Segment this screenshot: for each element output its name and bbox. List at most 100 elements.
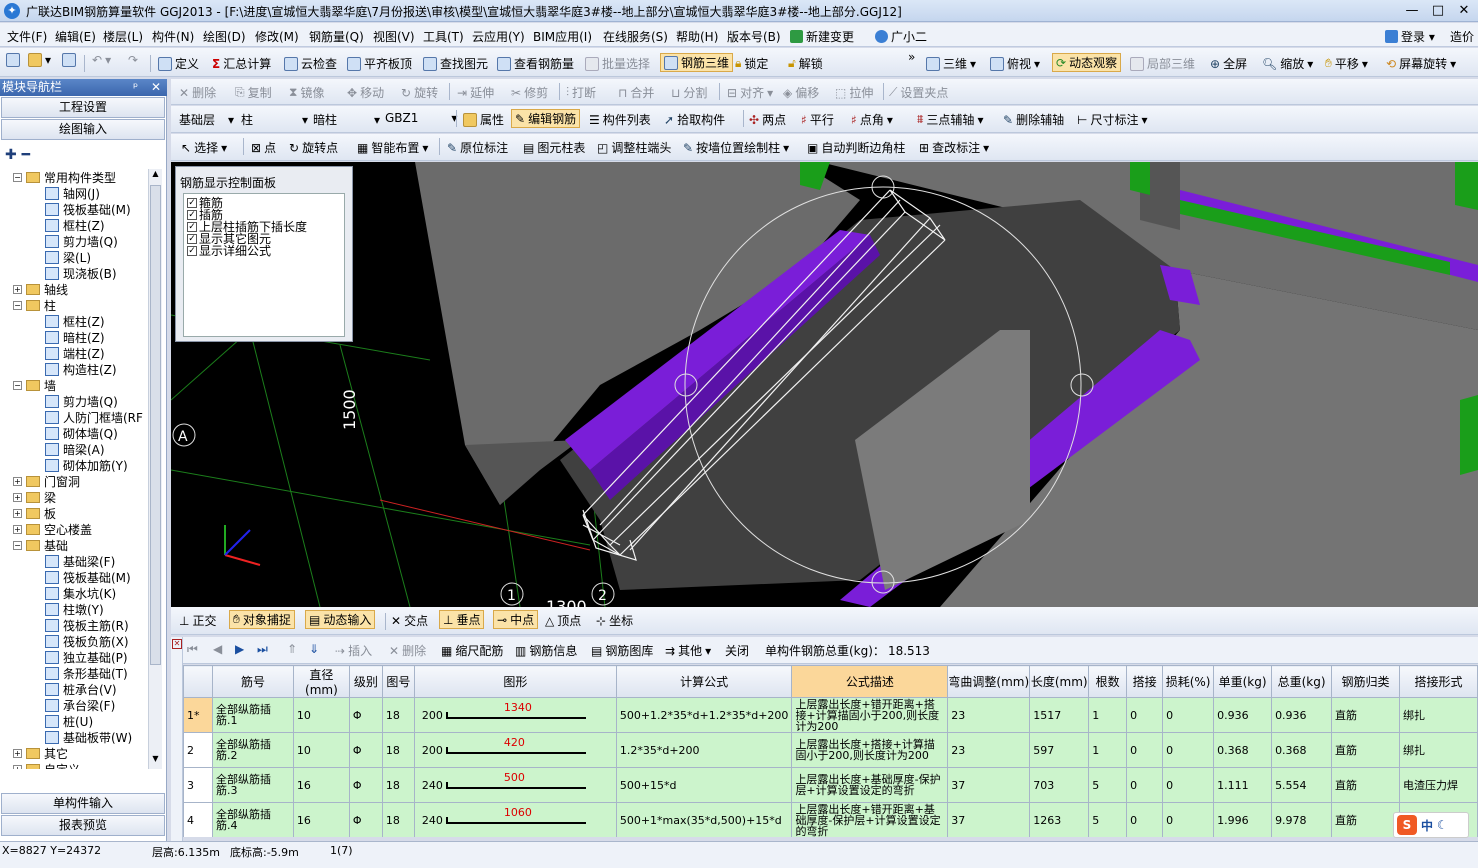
cell-formula[interactable]: 500+1*max(35*d,500)+15*d <box>615 802 793 837</box>
tree-leaf[interactable]: 暗梁(A) <box>45 441 105 457</box>
auto-corner-column-button[interactable]: ▣ 自动判断边角柱 <box>807 139 905 156</box>
project-settings-button[interactable]: 工程设置 <box>1 97 165 118</box>
cell-dia[interactable]: 16 <box>292 767 350 803</box>
cell-fig[interactable]: 18 <box>381 697 415 733</box>
local-3d-button[interactable]: 局部三维 <box>1130 55 1195 72</box>
row-number[interactable]: 3 <box>183 767 213 803</box>
smart-layout-button[interactable]: ▦ 智能布置 ▾ <box>357 139 428 156</box>
tree-leaf[interactable]: 框柱(Z) <box>45 217 105 233</box>
cell-grade[interactable]: Φ <box>348 697 383 733</box>
tree-leaf[interactable]: 筏板基础(M) <box>45 201 131 217</box>
column-header[interactable]: 图号 <box>381 665 415 698</box>
tree-leaf[interactable]: 现浇板(B) <box>45 265 117 281</box>
tree-leaf[interactable]: 柱墩(Y) <box>45 601 104 617</box>
grid-close-icon[interactable]: ✕ <box>172 639 182 649</box>
row-number[interactable]: 2 <box>183 732 213 768</box>
cell-len[interactable]: 1263 <box>1029 802 1090 837</box>
trim-button[interactable]: ✂︎ 修剪 <box>511 84 548 101</box>
tree-leaf[interactable]: 端柱(Z) <box>45 345 105 361</box>
in-situ-mark-button[interactable]: ✎ 原位标注 <box>447 139 508 156</box>
table-row[interactable]: 3 全部纵筋插筋.3 16 Φ 18 240 500 500+15*d 上层露出长度+基础厚度-… <box>183 767 1478 803</box>
tree-leaf[interactable]: 条形基础(T) <box>45 665 128 681</box>
rotate-point-button[interactable]: ↻ 旋转点 <box>289 139 338 156</box>
menu-guangxiaoer[interactable]: 广小二 <box>875 28 927 45</box>
tree-leaf[interactable]: 桩承台(V) <box>45 681 117 697</box>
cell-len[interactable]: 597 <box>1029 732 1090 768</box>
tree-folder[interactable]: + 轴线 <box>13 281 68 297</box>
check-mark-button[interactable]: ⊞ 查改标注 ▾ <box>919 139 989 156</box>
properties-button[interactable]: 属性 <box>463 111 504 128</box>
expand-icon[interactable]: + <box>13 524 22 534</box>
new-file-button[interactable] <box>6 53 20 67</box>
coordinate-snap[interactable]: ⊹ 坐标 <box>596 612 633 629</box>
tree-leaf[interactable]: 砌体墙(Q) <box>45 425 118 441</box>
dynamic-input-toggle[interactable]: ▤ 动态输入 <box>305 610 376 629</box>
point-angle-button[interactable]: ♯ 点角 ▾ <box>851 111 893 128</box>
tree-folder[interactable]: + 板 <box>13 505 56 521</box>
collapse-icon[interactable]: − <box>13 300 22 310</box>
tree-leaf[interactable]: 梁(L) <box>45 249 91 265</box>
expand-icon[interactable]: + <box>13 508 22 518</box>
batch-select-button[interactable]: 批量选择 <box>585 55 650 72</box>
cell-desc[interactable]: 上层露出长度+错开距离+基础厚度-保护层+计算设置设定的弯折 <box>791 802 949 837</box>
ortho-toggle[interactable]: ⊥ 正交 <box>179 612 216 629</box>
tree-leaf[interactable]: 框柱(Z) <box>45 313 105 329</box>
cell-lap[interactable]: 0 <box>1126 767 1164 803</box>
pan-button[interactable]: ✋︎ 平移 ▾ <box>1325 55 1368 72</box>
menu-tools[interactable]: 工具(T) <box>423 28 464 45</box>
cell-unit[interactable]: 0.368 <box>1213 732 1273 768</box>
cell-total[interactable]: 5.554 <box>1271 767 1333 803</box>
delete-row-button[interactable]: ✕ 删除 <box>389 642 426 659</box>
tree-leaf[interactable]: 构造柱(Z) <box>45 361 117 377</box>
tree-folder[interactable]: − 墙 <box>13 377 56 393</box>
move-down-button[interactable]: ⇓ <box>309 642 319 656</box>
copy-button[interactable]: ⎘ 复制 <box>235 84 272 101</box>
cell-lapform[interactable]: 电渣压力焊 <box>1398 767 1478 803</box>
scroll-up-icon[interactable]: ▲ <box>149 169 162 183</box>
cell-lap[interactable]: 0 <box>1126 732 1164 768</box>
undo-button[interactable]: ↶ ▾ <box>92 53 111 67</box>
align-button[interactable]: ⊟ 对齐 ▾ <box>727 84 773 101</box>
cell-bend[interactable]: 37 <box>947 767 1031 803</box>
tree-leaf[interactable]: 暗柱(Z) <box>45 329 105 345</box>
cell-count[interactable]: 5 <box>1088 802 1128 837</box>
collapse-icon[interactable]: − <box>13 172 22 182</box>
tree-leaf[interactable]: 集水坑(K) <box>45 585 116 601</box>
fullscreen-button[interactable]: ⊕ 全屏 <box>1210 55 1247 72</box>
intersection-snap[interactable]: ✕ 交点 <box>391 612 428 629</box>
cell-bend[interactable]: 23 <box>947 697 1031 733</box>
top-view-button[interactable]: 俯视 ▾ <box>990 55 1040 72</box>
single-component-input-button[interactable]: 单构件输入 <box>1 793 165 814</box>
cell-grade[interactable]: Φ <box>348 802 383 837</box>
prev-record-button[interactable]: ◀ <box>213 642 222 656</box>
cell-name[interactable]: 全部纵筋插筋.3 <box>211 767 294 803</box>
tree-scrollbar[interactable]: ▲ ▼ <box>148 169 162 769</box>
parallel-button[interactable]: ♯ 平行 <box>801 111 834 128</box>
ime-indicator[interactable]: S 中 ☾ <box>1393 812 1469 838</box>
other-button[interactable]: ⇉ 其他 ▾ <box>665 642 711 659</box>
stretch-button[interactable]: ⬚ 拉伸 <box>835 84 873 101</box>
expand-icon[interactable]: + <box>13 748 22 758</box>
rotate-button[interactable]: ↻ 旋转 <box>401 84 438 101</box>
menu-draw[interactable]: 绘图(D) <box>203 28 246 45</box>
delete-axis-button[interactable]: ✎ 删除辅轴 <box>1003 111 1064 128</box>
next-record-button[interactable]: ▶ <box>235 642 244 656</box>
set-grip-button[interactable]: ⟋ 设置夹点 <box>889 84 948 101</box>
tree-folder[interactable]: + 其它 <box>13 745 68 761</box>
lock-button[interactable]: 🔒︎ 锁定 <box>735 55 768 72</box>
menu-edit[interactable]: 编辑(E) <box>55 28 96 45</box>
tree-folder[interactable]: − 柱 <box>13 297 56 313</box>
expand-collapse-all-icons[interactable]: ✚ ━ <box>5 147 30 163</box>
last-record-button[interactable]: ⏭︎ <box>257 642 268 657</box>
tree-leaf[interactable]: 筏板主筋(R) <box>45 617 129 633</box>
menu-component[interactable]: 构件(N) <box>152 28 194 45</box>
extend-button[interactable]: ⇥ 延伸 <box>457 84 494 101</box>
rebar-library-button[interactable]: ▤ 钢筋图库 <box>591 642 653 659</box>
cell-unit[interactable]: 1.996 <box>1213 802 1273 837</box>
midpoint-snap[interactable]: ⊸ 中点 <box>493 610 539 629</box>
cloud-check-button[interactable]: 云检查 <box>284 55 337 72</box>
cell-dia[interactable]: 10 <box>292 732 350 768</box>
draw-column-by-wall-button[interactable]: ✎ 按墙位置绘制柱 ▾ <box>683 139 789 156</box>
menu-modify[interactable]: 修改(M) <box>255 28 299 45</box>
expand-icon[interactable]: + <box>13 764 22 769</box>
